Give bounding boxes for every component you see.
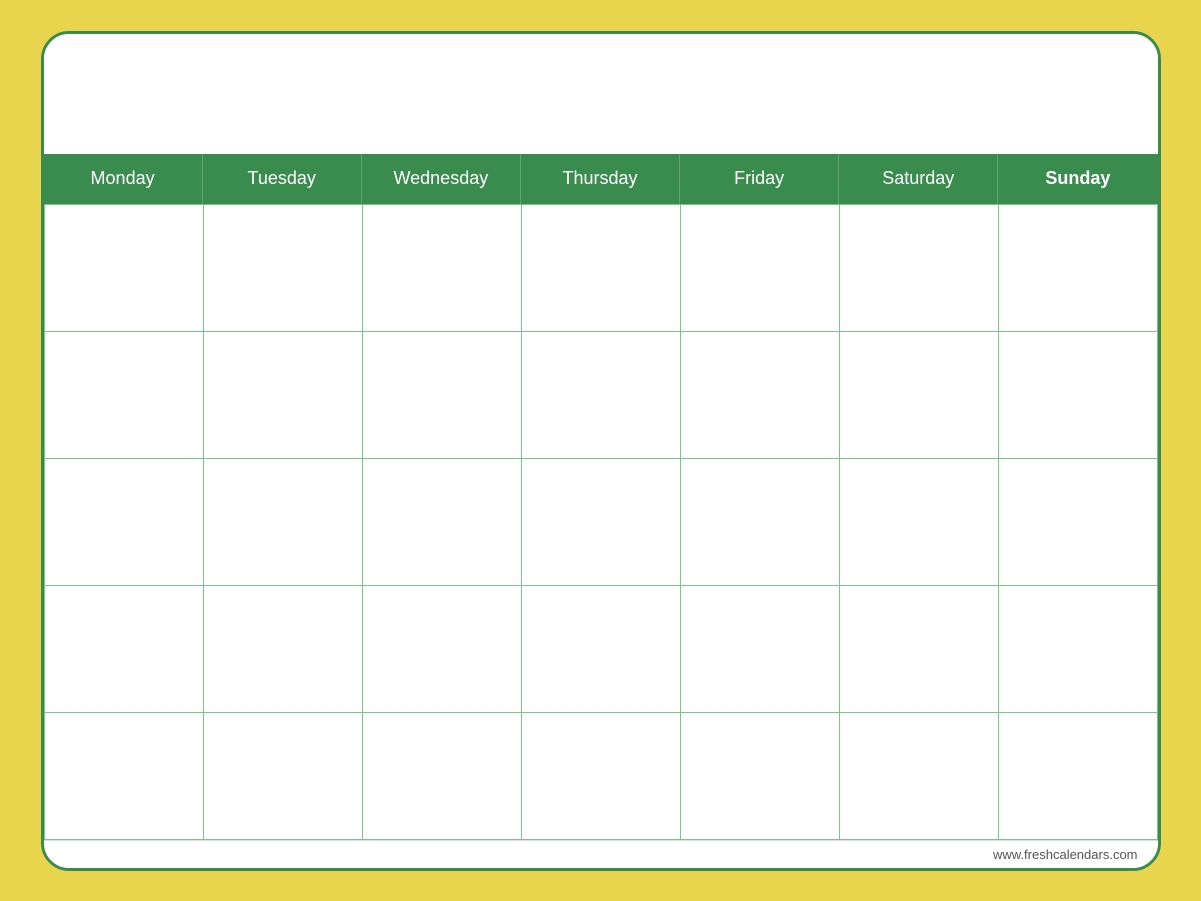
cell-r5c5[interactable] xyxy=(681,713,840,840)
cell-r5c7[interactable] xyxy=(999,713,1158,840)
cell-r1c6[interactable] xyxy=(840,205,999,332)
day-wednesday: Wednesday xyxy=(362,154,521,204)
cell-r2c5[interactable] xyxy=(681,332,840,459)
cell-r4c6[interactable] xyxy=(840,586,999,713)
cell-r4c7[interactable] xyxy=(999,586,1158,713)
cell-r5c1[interactable] xyxy=(45,713,204,840)
day-monday: Monday xyxy=(44,154,203,204)
cell-r2c4[interactable] xyxy=(522,332,681,459)
cell-r2c6[interactable] xyxy=(840,332,999,459)
title-area xyxy=(44,34,1158,154)
cell-r4c2[interactable] xyxy=(204,586,363,713)
cell-r2c3[interactable] xyxy=(363,332,522,459)
cell-r3c2[interactable] xyxy=(204,459,363,586)
cell-r4c1[interactable] xyxy=(45,586,204,713)
cell-r1c2[interactable] xyxy=(204,205,363,332)
day-header-row: Monday Tuesday Wednesday Thursday Friday… xyxy=(44,154,1158,204)
cell-r5c3[interactable] xyxy=(363,713,522,840)
cell-r5c6[interactable] xyxy=(840,713,999,840)
cell-r5c2[interactable] xyxy=(204,713,363,840)
cell-r4c5[interactable] xyxy=(681,586,840,713)
day-friday: Friday xyxy=(680,154,839,204)
cell-r2c1[interactable] xyxy=(45,332,204,459)
cell-r3c5[interactable] xyxy=(681,459,840,586)
cell-r3c7[interactable] xyxy=(999,459,1158,586)
calendar-grid xyxy=(44,204,1158,840)
cell-r1c3[interactable] xyxy=(363,205,522,332)
cell-r2c7[interactable] xyxy=(999,332,1158,459)
cell-r3c4[interactable] xyxy=(522,459,681,586)
calendar-container: Monday Tuesday Wednesday Thursday Friday… xyxy=(41,31,1161,871)
cell-r1c4[interactable] xyxy=(522,205,681,332)
day-tuesday: Tuesday xyxy=(203,154,362,204)
cell-r1c5[interactable] xyxy=(681,205,840,332)
cell-r3c6[interactable] xyxy=(840,459,999,586)
cell-r1c7[interactable] xyxy=(999,205,1158,332)
footer: www.freshcalendars.com xyxy=(44,840,1158,868)
cell-r1c1[interactable] xyxy=(45,205,204,332)
footer-url: www.freshcalendars.com xyxy=(993,847,1138,862)
cell-r3c1[interactable] xyxy=(45,459,204,586)
cell-r2c2[interactable] xyxy=(204,332,363,459)
cell-r4c4[interactable] xyxy=(522,586,681,713)
cell-r5c4[interactable] xyxy=(522,713,681,840)
day-saturday: Saturday xyxy=(839,154,998,204)
cell-r3c3[interactable] xyxy=(363,459,522,586)
day-sunday: Sunday xyxy=(998,154,1157,204)
day-thursday: Thursday xyxy=(521,154,680,204)
cell-r4c3[interactable] xyxy=(363,586,522,713)
